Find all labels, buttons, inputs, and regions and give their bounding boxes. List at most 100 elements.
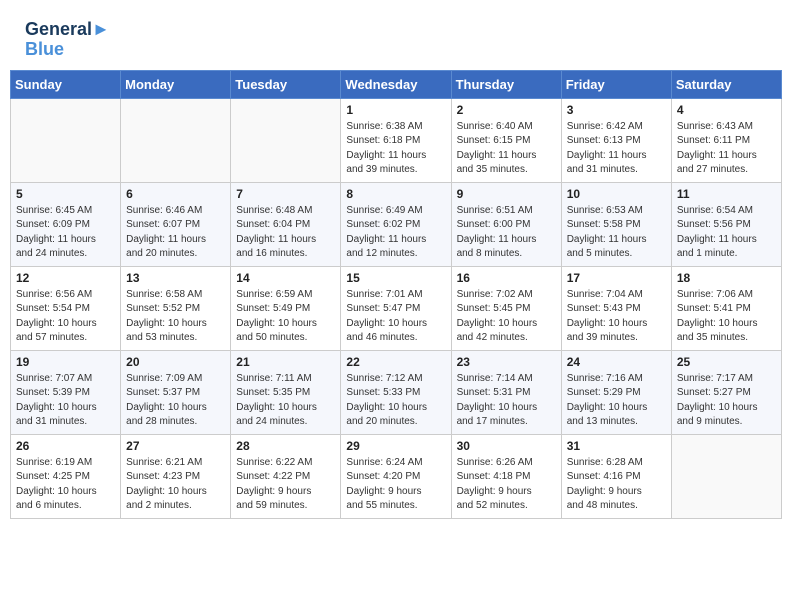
- day-number: 10: [567, 187, 666, 201]
- calendar-day-cell: 7 Sunrise: 6:48 AM Sunset: 6:04 PM Daylig…: [231, 182, 341, 266]
- day-info: Sunrise: 6:49 AM Sunset: 6:02 PM Dayligh…: [346, 204, 445, 262]
- logo-text: General► Blue: [25, 20, 110, 60]
- day-info: Sunrise: 6:48 AM Sunset: 6:04 PM Dayligh…: [236, 204, 335, 262]
- calendar-day-cell: 19 Sunrise: 7:07 AM Sunset: 5:39 PM Dayli…: [11, 350, 121, 434]
- day-info: Sunrise: 7:12 AM Sunset: 5:33 PM Dayligh…: [346, 372, 445, 430]
- calendar-day-cell: [231, 98, 341, 182]
- calendar-day-cell: 25Sunrise: 7:17 AM Sunset: 5:27 PM Dayli…: [671, 350, 781, 434]
- calendar-table: SundayMondayTuesdayWednesdayThursdayFrid…: [10, 70, 782, 519]
- calendar-day-cell: 3 Sunrise: 6:42 AM Sunset: 6:13 PM Daylig…: [561, 98, 671, 182]
- calendar-day-cell: [671, 434, 781, 518]
- header: General► Blue: [10, 10, 782, 65]
- day-info: Sunrise: 6:53 AM Sunset: 5:58 PM Dayligh…: [567, 204, 666, 262]
- day-info: Sunrise: 7:02 AM Sunset: 5:45 PM Dayligh…: [457, 288, 556, 346]
- calendar-day-cell: 29 Sunrise: 6:24 AM Sunset: 4:20 PM Dayli…: [341, 434, 451, 518]
- weekday-header-cell: Friday: [561, 70, 671, 98]
- day-number: 26: [16, 439, 115, 453]
- calendar-day-cell: 14 Sunrise: 6:59 AM Sunset: 5:49 PM Dayli…: [231, 266, 341, 350]
- day-info: Sunrise: 7:04 AM Sunset: 5:43 PM Dayligh…: [567, 288, 666, 346]
- day-info: Sunrise: 6:54 AM Sunset: 5:56 PM Dayligh…: [677, 204, 776, 262]
- day-number: 11: [677, 187, 776, 201]
- calendar-day-cell: 2 Sunrise: 6:40 AM Sunset: 6:15 PM Daylig…: [451, 98, 561, 182]
- day-number: 31: [567, 439, 666, 453]
- calendar-day-cell: 12 Sunrise: 6:56 AM Sunset: 5:54 PM Dayli…: [11, 266, 121, 350]
- calendar-week-row: 1 Sunrise: 6:38 AM Sunset: 6:18 PM Daylig…: [11, 98, 782, 182]
- calendar-day-cell: 20 Sunrise: 7:09 AM Sunset: 5:37 PM Dayli…: [121, 350, 231, 434]
- calendar-week-row: 26 Sunrise: 6:19 AM Sunset: 4:25 PM Dayli…: [11, 434, 782, 518]
- day-info: Sunrise: 6:28 AM Sunset: 4:16 PM Dayligh…: [567, 456, 666, 514]
- calendar-day-cell: [121, 98, 231, 182]
- day-info: Sunrise: 6:22 AM Sunset: 4:22 PM Dayligh…: [236, 456, 335, 514]
- day-number: 17: [567, 271, 666, 285]
- day-number: 2: [457, 103, 556, 117]
- day-info: Sunrise: 6:26 AM Sunset: 4:18 PM Dayligh…: [457, 456, 556, 514]
- day-number: 8: [346, 187, 445, 201]
- day-number: 3: [567, 103, 666, 117]
- day-number: 1: [346, 103, 445, 117]
- day-number: 28: [236, 439, 335, 453]
- calendar-day-cell: 6 Sunrise: 6:46 AM Sunset: 6:07 PM Daylig…: [121, 182, 231, 266]
- calendar-day-cell: 26 Sunrise: 6:19 AM Sunset: 4:25 PM Dayli…: [11, 434, 121, 518]
- calendar-day-cell: 4 Sunrise: 6:43 AM Sunset: 6:11 PM Daylig…: [671, 98, 781, 182]
- day-info: Sunrise: 7:17 AM Sunset: 5:27 PM Dayligh…: [677, 372, 776, 430]
- calendar-day-cell: 10 Sunrise: 6:53 AM Sunset: 5:58 PM Dayli…: [561, 182, 671, 266]
- day-info: Sunrise: 6:38 AM Sunset: 6:18 PM Dayligh…: [346, 120, 445, 178]
- day-info: Sunrise: 6:24 AM Sunset: 4:20 PM Dayligh…: [346, 456, 445, 514]
- weekday-header-cell: Monday: [121, 70, 231, 98]
- day-number: 30: [457, 439, 556, 453]
- day-number: 13: [126, 271, 225, 285]
- day-number: 6: [126, 187, 225, 201]
- day-info: Sunrise: 7:14 AM Sunset: 5:31 PM Dayligh…: [457, 372, 556, 430]
- day-number: 14: [236, 271, 335, 285]
- day-info: Sunrise: 7:09 AM Sunset: 5:37 PM Dayligh…: [126, 372, 225, 430]
- weekday-header-row: SundayMondayTuesdayWednesdayThursdayFrid…: [11, 70, 782, 98]
- calendar-day-cell: 30 Sunrise: 6:26 AM Sunset: 4:18 PM Dayli…: [451, 434, 561, 518]
- weekday-header-cell: Thursday: [451, 70, 561, 98]
- day-info: Sunrise: 6:40 AM Sunset: 6:15 PM Dayligh…: [457, 120, 556, 178]
- calendar-day-cell: 24Sunrise: 7:16 AM Sunset: 5:29 PM Dayli…: [561, 350, 671, 434]
- calendar-week-row: 19 Sunrise: 7:07 AM Sunset: 5:39 PM Dayli…: [11, 350, 782, 434]
- day-info: Sunrise: 6:21 AM Sunset: 4:23 PM Dayligh…: [126, 456, 225, 514]
- calendar-day-cell: 5 Sunrise: 6:45 AM Sunset: 6:09 PM Daylig…: [11, 182, 121, 266]
- calendar-day-cell: [11, 98, 121, 182]
- calendar-day-cell: 21 Sunrise: 7:11 AM Sunset: 5:35 PM Dayli…: [231, 350, 341, 434]
- logo-line2: Blue: [25, 40, 110, 60]
- day-number: 19: [16, 355, 115, 369]
- day-number: 12: [16, 271, 115, 285]
- logo-line1: General►: [25, 20, 110, 40]
- day-number: 29: [346, 439, 445, 453]
- day-info: Sunrise: 6:42 AM Sunset: 6:13 PM Dayligh…: [567, 120, 666, 178]
- day-number: 21: [236, 355, 335, 369]
- weekday-header-cell: Tuesday: [231, 70, 341, 98]
- day-number: 27: [126, 439, 225, 453]
- day-info: Sunrise: 6:45 AM Sunset: 6:09 PM Dayligh…: [16, 204, 115, 262]
- day-info: Sunrise: 6:59 AM Sunset: 5:49 PM Dayligh…: [236, 288, 335, 346]
- day-number: 5: [16, 187, 115, 201]
- day-info: Sunrise: 6:43 AM Sunset: 6:11 PM Dayligh…: [677, 120, 776, 178]
- day-info: Sunrise: 6:51 AM Sunset: 6:00 PM Dayligh…: [457, 204, 556, 262]
- day-number: 4: [677, 103, 776, 117]
- day-info: Sunrise: 7:16 AM Sunset: 5:29 PM Dayligh…: [567, 372, 666, 430]
- day-info: Sunrise: 7:07 AM Sunset: 5:39 PM Dayligh…: [16, 372, 115, 430]
- weekday-header-cell: Sunday: [11, 70, 121, 98]
- day-info: Sunrise: 6:58 AM Sunset: 5:52 PM Dayligh…: [126, 288, 225, 346]
- calendar-day-cell: 13 Sunrise: 6:58 AM Sunset: 5:52 PM Dayli…: [121, 266, 231, 350]
- calendar-day-cell: 17 Sunrise: 7:04 AM Sunset: 5:43 PM Dayli…: [561, 266, 671, 350]
- weekday-header-cell: Saturday: [671, 70, 781, 98]
- logo: General► Blue: [25, 20, 110, 60]
- day-info: Sunrise: 6:19 AM Sunset: 4:25 PM Dayligh…: [16, 456, 115, 514]
- calendar-day-cell: 16 Sunrise: 7:02 AM Sunset: 5:45 PM Dayli…: [451, 266, 561, 350]
- day-info: Sunrise: 6:46 AM Sunset: 6:07 PM Dayligh…: [126, 204, 225, 262]
- calendar-day-cell: 11 Sunrise: 6:54 AM Sunset: 5:56 PM Dayli…: [671, 182, 781, 266]
- day-number: 7: [236, 187, 335, 201]
- day-info: Sunrise: 6:56 AM Sunset: 5:54 PM Dayligh…: [16, 288, 115, 346]
- day-number: 20: [126, 355, 225, 369]
- day-info: Sunrise: 7:11 AM Sunset: 5:35 PM Dayligh…: [236, 372, 335, 430]
- day-number: 23: [457, 355, 556, 369]
- calendar-day-cell: 28 Sunrise: 6:22 AM Sunset: 4:22 PM Dayli…: [231, 434, 341, 518]
- day-number: 9: [457, 187, 556, 201]
- calendar-week-row: 5 Sunrise: 6:45 AM Sunset: 6:09 PM Daylig…: [11, 182, 782, 266]
- day-number: 18: [677, 271, 776, 285]
- day-number: 16: [457, 271, 556, 285]
- day-number: 22: [346, 355, 445, 369]
